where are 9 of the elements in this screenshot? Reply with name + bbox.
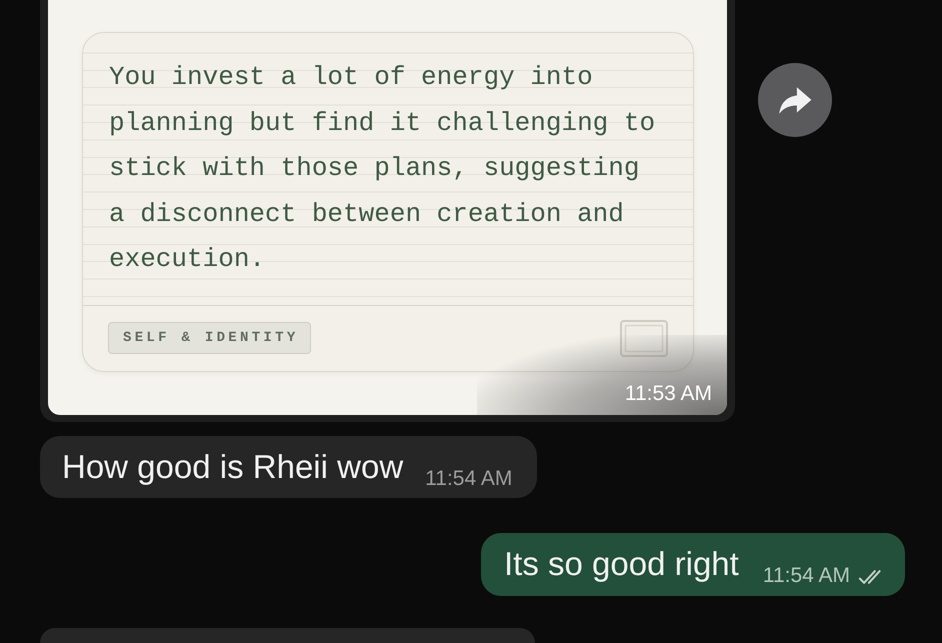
note-text: You invest a lot of energy into planning but find it challenging to stick with those plans, suggesting a disconnect between creation and execution. [109,61,656,276]
category-tag: SELF & IDENTITY [108,322,311,354]
timestamp: 11:54 AM [425,467,512,491]
message-text: How good is Rheii wow [62,448,404,486]
timestamp: 11:53 AM [624,382,712,406]
message-text: Its so good right [504,545,739,583]
timestamp: 11:54 AM [762,564,850,588]
forward-icon [778,86,812,114]
frame-icon [620,320,668,356]
